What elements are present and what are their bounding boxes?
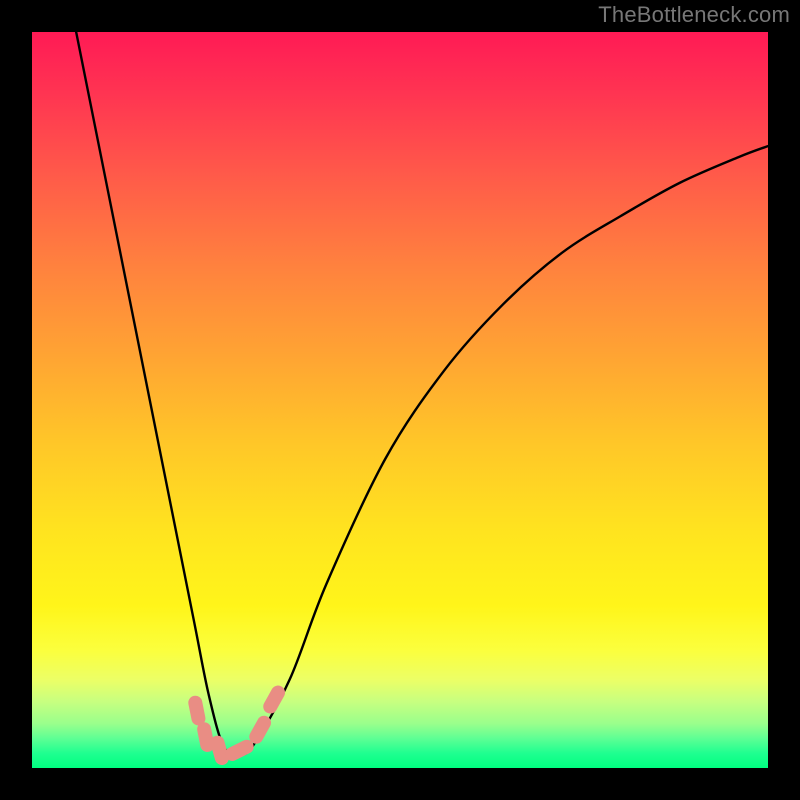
- chart-svg: [32, 32, 768, 768]
- plot-area: [32, 32, 768, 768]
- chart-frame: TheBottleneck.com: [0, 0, 800, 800]
- watermark-text: TheBottleneck.com: [598, 2, 790, 28]
- curve-marker: [261, 683, 288, 716]
- bottleneck-curve: [76, 32, 768, 754]
- curve-marker: [187, 695, 207, 727]
- marker-layer: [187, 683, 287, 767]
- curve-layer: [76, 32, 768, 754]
